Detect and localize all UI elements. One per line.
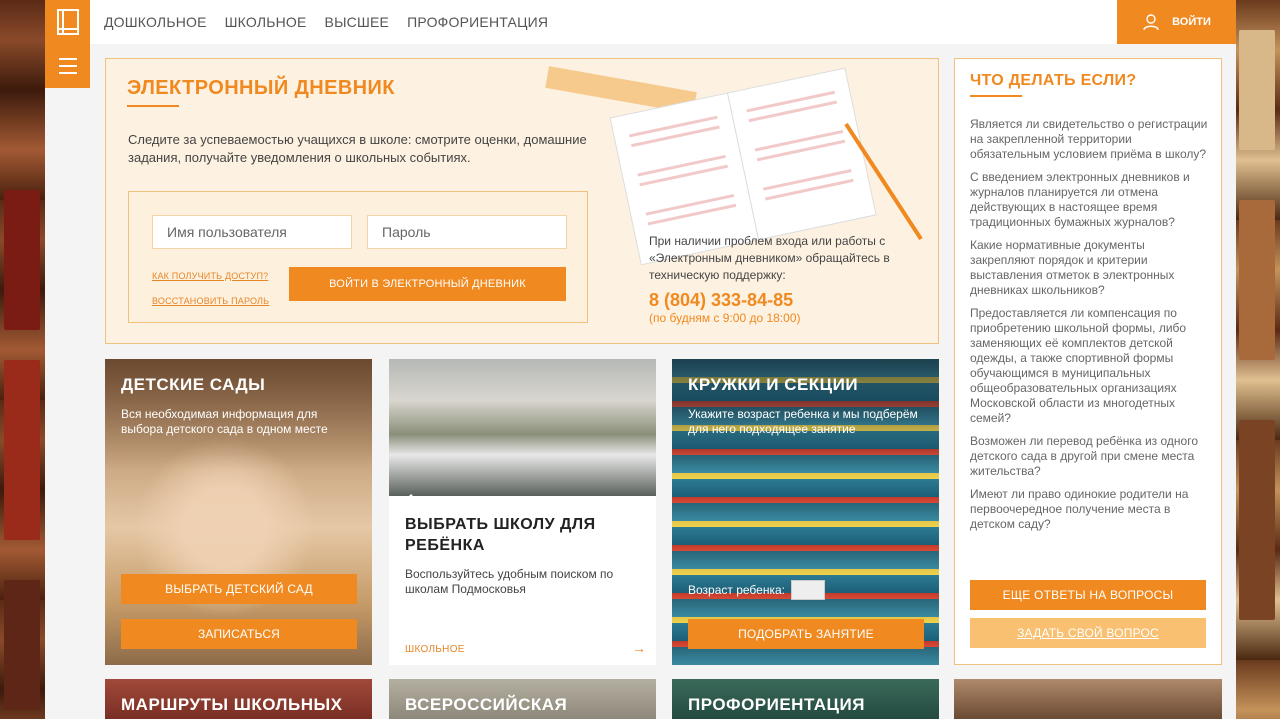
child-age-label: Возраст ребенка:: [688, 583, 785, 597]
clubs-card-subtitle: Укажите возраст ребенка и мы подберём дл…: [688, 407, 918, 436]
electronic-diary-panel: ЭЛЕКТРОННЫЙ ДНЕВНИК Следите за успеваемо…: [105, 58, 939, 344]
book-spine: [4, 360, 40, 540]
book-spine: [1239, 200, 1275, 360]
support-phone[interactable]: 8 (804) 333-84-85: [649, 290, 793, 311]
all-russian-title: ВСЕРОССИЙСКАЯ: [405, 695, 568, 714]
faq-question[interactable]: Предоставляется ли компенсация по приобр…: [970, 306, 1210, 426]
diary-description: Следите за успеваемостью учащихся в школ…: [128, 132, 587, 165]
bookshelf-background-left: [0, 0, 45, 719]
school-routes-card[interactable]: МАРШРУТЫ ШКОЛЬНЫХ: [105, 679, 372, 719]
schoolchildren-photo: [389, 359, 656, 504]
site-logo[interactable]: [45, 0, 90, 44]
nav-item-career-guidance[interactable]: ПРОФОРИЕНТАЦИЯ: [407, 14, 548, 30]
nav-item-higher[interactable]: ВЫСШЕЕ: [325, 14, 390, 30]
hamburger-menu-icon[interactable]: [45, 44, 90, 88]
school-routes-title: МАРШРУТЫ ШКОЛЬНЫХ: [121, 695, 343, 714]
username-input[interactable]: [152, 215, 352, 249]
book-spine: [1239, 420, 1275, 620]
choose-school-title: ВЫБРАТЬ ШКОЛУ ДЛЯ РЕБЁНКА: [405, 516, 596, 554]
get-access-link[interactable]: КАК ПОЛУЧИТЬ ДОСТУП?: [152, 271, 268, 281]
restore-password-link[interactable]: ВОССТАНОВИТЬ ПАРОЛЬ: [152, 296, 269, 306]
faq-question-list: Является ли свидетельство о регистрации …: [970, 117, 1210, 540]
login-label: ВОЙТИ: [1172, 16, 1211, 28]
enroll-button[interactable]: ЗАПИСАТЬСЯ: [121, 619, 357, 649]
choose-kindergarten-button[interactable]: ВЫБРАТЬ ДЕТСКИЙ САД: [121, 574, 357, 604]
clubs-card[interactable]: КРУЖКИ И СЕКЦИИ Укажите возраст ребенка …: [672, 359, 939, 665]
diary-title: ЭЛЕКТРОННЫЙ ДНЕВНИК: [127, 77, 395, 99]
child-age-select[interactable]: [791, 580, 825, 600]
pick-activity-button[interactable]: ПОДОБРАТЬ ЗАНЯТИЕ: [688, 619, 924, 649]
faq-question[interactable]: С введением электронных дневников и журн…: [970, 170, 1210, 230]
kindergartens-card-subtitle: Вся необходимая информация для выбора де…: [121, 407, 328, 436]
arrow-right-icon[interactable]: →: [632, 640, 646, 656]
nav-item-school[interactable]: ШКОЛЬНОЕ: [225, 14, 307, 30]
faq-question[interactable]: Имеют ли право одинокие родители на перв…: [970, 487, 1210, 532]
kindergartens-card[interactable]: ДЕТСКИЕ САДЫ Вся необходимая информация …: [105, 359, 372, 665]
child-age-row: Возраст ребенка:: [688, 580, 825, 600]
book-spine: [4, 190, 40, 330]
password-input[interactable]: [367, 215, 567, 249]
faq-title-underline: [970, 95, 1022, 97]
page: ДОШКОЛЬНОЕ ШКОЛЬНОЕ ВЫСШЕЕ ПРОФОРИЕНТАЦИ…: [45, 0, 1236, 719]
faq-question[interactable]: Какие нормативные документы закрепляют п…: [970, 238, 1210, 298]
ask-question-button[interactable]: ЗАДАТЬ СВОЙ ВОПРОС: [970, 618, 1206, 648]
career-guidance-title: ПРОФОРИЕНТАЦИЯ: [688, 695, 865, 714]
clubs-card-title: КРУЖКИ И СЕКЦИИ: [688, 375, 859, 394]
bookshelf-background-right: [1235, 0, 1280, 719]
all-russian-card[interactable]: ВСЕРОССИЙСКАЯ: [389, 679, 656, 719]
career-guidance-card[interactable]: ПРОФОРИЕНТАЦИЯ: [672, 679, 939, 719]
faq-question[interactable]: Является ли свидетельство о регистрации …: [970, 117, 1210, 162]
diary-login-button[interactable]: ВОЙТИ В ЭЛЕКТРОННЫЙ ДНЕВНИК: [289, 267, 566, 301]
user-icon: [1143, 14, 1159, 31]
faq-sidebar: ЧТО ДЕЛАТЬ ЕСЛИ? Является ли свидетельст…: [954, 58, 1222, 665]
book-spine: [4, 580, 40, 710]
choose-school-card[interactable]: ВЫБРАТЬ ШКОЛУ ДЛЯ РЕБЁНКА Воспользуйтесь…: [389, 359, 656, 665]
support-hours: (по будням с 9:00 до 18:00): [649, 311, 801, 325]
faq-title: ЧТО ДЕЛАТЬ ЕСЛИ?: [970, 72, 1137, 89]
diary-login-form: КАК ПОЛУЧИТЬ ДОСТУП? ВОССТАНОВИТЬ ПАРОЛЬ…: [128, 191, 588, 323]
choose-school-subtitle: Воспользуйтесь удобным поиском по школам…: [405, 567, 614, 596]
kindergartens-card-title: ДЕТСКИЕ САДЫ: [121, 375, 266, 394]
more-answers-button[interactable]: ЕЩЕ ОТВЕТЫ НА ВОПРОСЫ: [970, 580, 1206, 610]
login-button[interactable]: ВОЙТИ: [1117, 0, 1236, 44]
nav-item-preschool[interactable]: ДОШКОЛЬНОЕ: [104, 14, 207, 30]
book-logo-icon: [56, 9, 79, 35]
title-underline: [127, 105, 179, 107]
card-category-tag[interactable]: ШКОЛЬНОЕ: [405, 644, 465, 655]
top-navigation-bar: ДОШКОЛЬНОЕ ШКОЛЬНОЕ ВЫСШЕЕ ПРОФОРИЕНТАЦИ…: [45, 0, 1236, 44]
book-spine: [1239, 30, 1275, 150]
students-photo-card[interactable]: [954, 679, 1222, 719]
main-nav: ДОШКОЛЬНОЕ ШКОЛЬНОЕ ВЫСШЕЕ ПРОФОРИЕНТАЦИ…: [104, 0, 548, 44]
faq-question[interactable]: Возможен ли перевод ребёнка из одного де…: [970, 434, 1210, 479]
support-text: При наличии проблем входа или работы с «…: [649, 234, 890, 282]
